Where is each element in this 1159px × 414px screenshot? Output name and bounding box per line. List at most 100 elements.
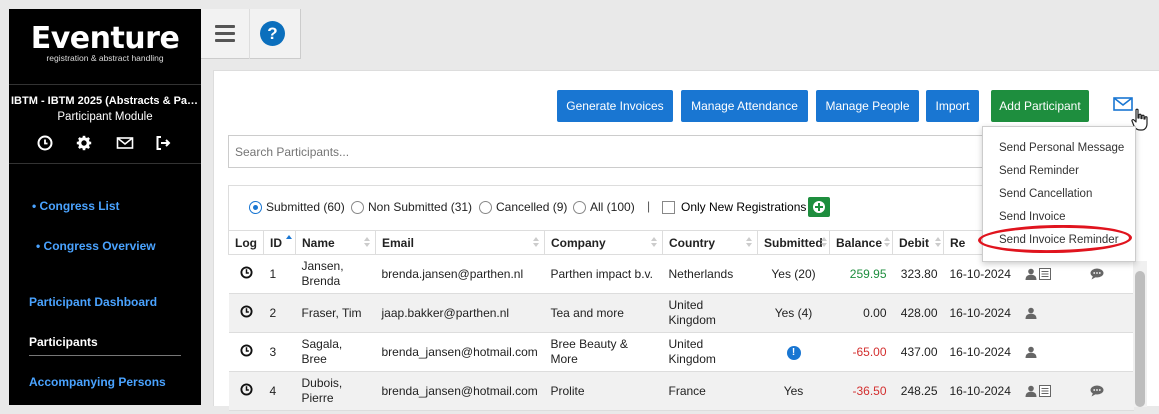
send-reminder-item[interactable]: Send Reminder [999, 165, 1079, 177]
id-cell: 2 [263, 293, 296, 333]
person-icon[interactable] [1025, 346, 1037, 358]
person-icon[interactable] [1025, 307, 1037, 319]
name-cell[interactable]: Fraser, Tim [295, 293, 376, 333]
email-cell[interactable]: brenda_jansen@hotmail.com [375, 371, 545, 411]
log-cell[interactable] [228, 332, 264, 372]
email-actions-dropdown: Send Personal Message Send Reminder Send… [982, 126, 1136, 262]
person-icon[interactable] [1025, 385, 1037, 397]
table-scrollbar-thumb[interactable] [1135, 271, 1145, 407]
add-participant-button[interactable]: Add Participant [991, 90, 1089, 122]
company-cell: Parthen impact b.v. [544, 254, 663, 294]
id-cell: 3 [263, 332, 296, 372]
exclamation-icon[interactable]: ! [786, 346, 801, 360]
column-header-country[interactable]: Country [662, 230, 758, 255]
company-cell: Bree Beauty & More [544, 332, 663, 372]
app-window: Eventure registration & abstract handlin… [0, 0, 1159, 414]
registration-date: 16-10-2024 [949, 305, 1011, 320]
debit-cell: 248.25 [892, 371, 944, 411]
generate-invoices-button[interactable]: Generate Invoices [557, 90, 673, 122]
sidebar-item-participant-dashboard[interactable]: Participant Dashboard [29, 295, 157, 309]
name-cell[interactable]: Sagala, Bree [295, 332, 376, 372]
sort-asc-icon [286, 235, 292, 239]
sort-icon [533, 237, 539, 247]
form-icon[interactable] [1038, 268, 1051, 280]
sidebar: Eventure registration & abstract handlin… [9, 9, 201, 405]
log-clock-icon[interactable] [239, 304, 253, 318]
company-cell: Prolite [544, 371, 663, 411]
top-bar: ? [201, 9, 301, 59]
help-icon[interactable]: ? [260, 21, 285, 46]
column-header-id[interactable]: ID [263, 230, 296, 255]
add-filter-button[interactable] [808, 197, 830, 217]
filter-submitted-label: Submitted (60) [266, 200, 345, 214]
sidebar-item-accompanying-persons[interactable]: Accompanying Persons [29, 375, 166, 389]
logo[interactable]: Eventure registration & abstract handlin… [9, 9, 201, 85]
table-row[interactable]: 4 Dubois, Pierre brenda_jansen@hotmail.c… [228, 371, 1134, 411]
filter-non-submitted-radio[interactable]: Non Submitted (31) [351, 200, 472, 214]
sort-icon [935, 237, 941, 247]
menu-hamburger-icon[interactable] [215, 25, 235, 42]
manage-people-button[interactable]: Manage People [816, 90, 919, 122]
column-header-name[interactable]: Name [295, 230, 376, 255]
log-clock-icon[interactable] [239, 382, 253, 396]
only-new-registrations-checkbox[interactable]: Only New Registrations [662, 200, 806, 214]
log-clock-icon[interactable] [239, 343, 253, 357]
filter-submitted-radio[interactable]: Submitted (60) [249, 200, 345, 214]
logout-icon[interactable] [155, 135, 173, 153]
send-invoice-item[interactable]: Send Invoice [999, 211, 1066, 223]
radio-icon [351, 200, 364, 214]
person-icon[interactable] [1025, 268, 1037, 280]
import-button[interactable]: Import [926, 90, 979, 122]
column-header-company[interactable]: Company [544, 230, 663, 255]
send-invoice-reminder-item[interactable]: Send Invoice Reminder [999, 234, 1119, 246]
log-cell[interactable] [228, 254, 264, 294]
email-cell[interactable]: jaap.bakker@parthen.nl [375, 293, 545, 333]
actions-cell: 16-10-2024 [943, 371, 1134, 411]
filter-cancelled-label: Cancelled (9) [496, 200, 568, 214]
sidebar-icon-bar [9, 135, 201, 164]
name-cell[interactable]: Dubois, Pierre [295, 371, 376, 411]
column-header-balance[interactable]: Balance [829, 230, 893, 255]
form-icon[interactable] [1038, 385, 1051, 397]
table-row[interactable]: 3 Sagala, Bree brenda_jansen@hotmail.com… [228, 332, 1134, 372]
country-cell: United Kingdom [662, 332, 758, 372]
company-cell: Tea and more [544, 293, 663, 333]
filter-all-radio[interactable]: All (100) [573, 200, 635, 214]
comment-icon[interactable] [1090, 268, 1104, 280]
log-clock-icon[interactable] [239, 265, 253, 279]
history-clock-icon[interactable] [37, 135, 55, 153]
comment-icon[interactable] [1090, 385, 1104, 397]
table-row[interactable]: 2 Fraser, Tim jaap.bakker@parthen.nl Tea… [228, 293, 1134, 333]
column-header-label: Log [235, 235, 257, 250]
log-cell[interactable] [228, 371, 264, 411]
column-header-submitted[interactable]: Submitted [757, 230, 830, 255]
column-header-label: Submitted [764, 235, 823, 250]
sidebar-item-congress-overview[interactable]: • Congress Overview [36, 239, 156, 253]
filter-cancelled-radio[interactable]: Cancelled (9) [479, 200, 567, 214]
email-cell[interactable]: brenda_jansen@hotmail.com [375, 332, 545, 372]
column-header-log[interactable]: Log [228, 230, 264, 255]
country-cell: France [662, 371, 758, 411]
column-header-label: Country [669, 235, 715, 250]
send-personal-message-item[interactable]: Send Personal Message [999, 142, 1124, 154]
name-cell[interactable]: Jansen, Brenda [295, 254, 376, 294]
column-header-debit[interactable]: Debit [892, 230, 944, 255]
sidebar-item-participants[interactable]: Participants [29, 335, 98, 349]
sort-icon [651, 237, 657, 247]
sidebar-item-congress-list[interactable]: • Congress List [32, 199, 120, 213]
filter-non-submitted-label: Non Submitted (31) [368, 200, 473, 214]
column-header-email[interactable]: Email [375, 230, 545, 255]
gear-icon[interactable] [76, 135, 94, 153]
send-cancellation-item[interactable]: Send Cancellation [999, 188, 1092, 200]
search-input[interactable] [228, 135, 988, 168]
module-header: IBTM - IBTM 2025 (Abstracts & Par... Par… [9, 85, 201, 123]
log-cell[interactable] [228, 293, 264, 333]
sort-icon [746, 237, 752, 247]
submitted-cell: Yes (4) [757, 293, 830, 333]
sort-icon [884, 237, 890, 247]
mail-icon[interactable] [116, 135, 134, 153]
id-cell: 4 [263, 371, 296, 411]
column-header-label: Email [382, 235, 415, 250]
manage-attendance-button[interactable]: Manage Attendance [681, 90, 808, 122]
email-cell[interactable]: brenda.jansen@parthen.nl [375, 254, 545, 294]
